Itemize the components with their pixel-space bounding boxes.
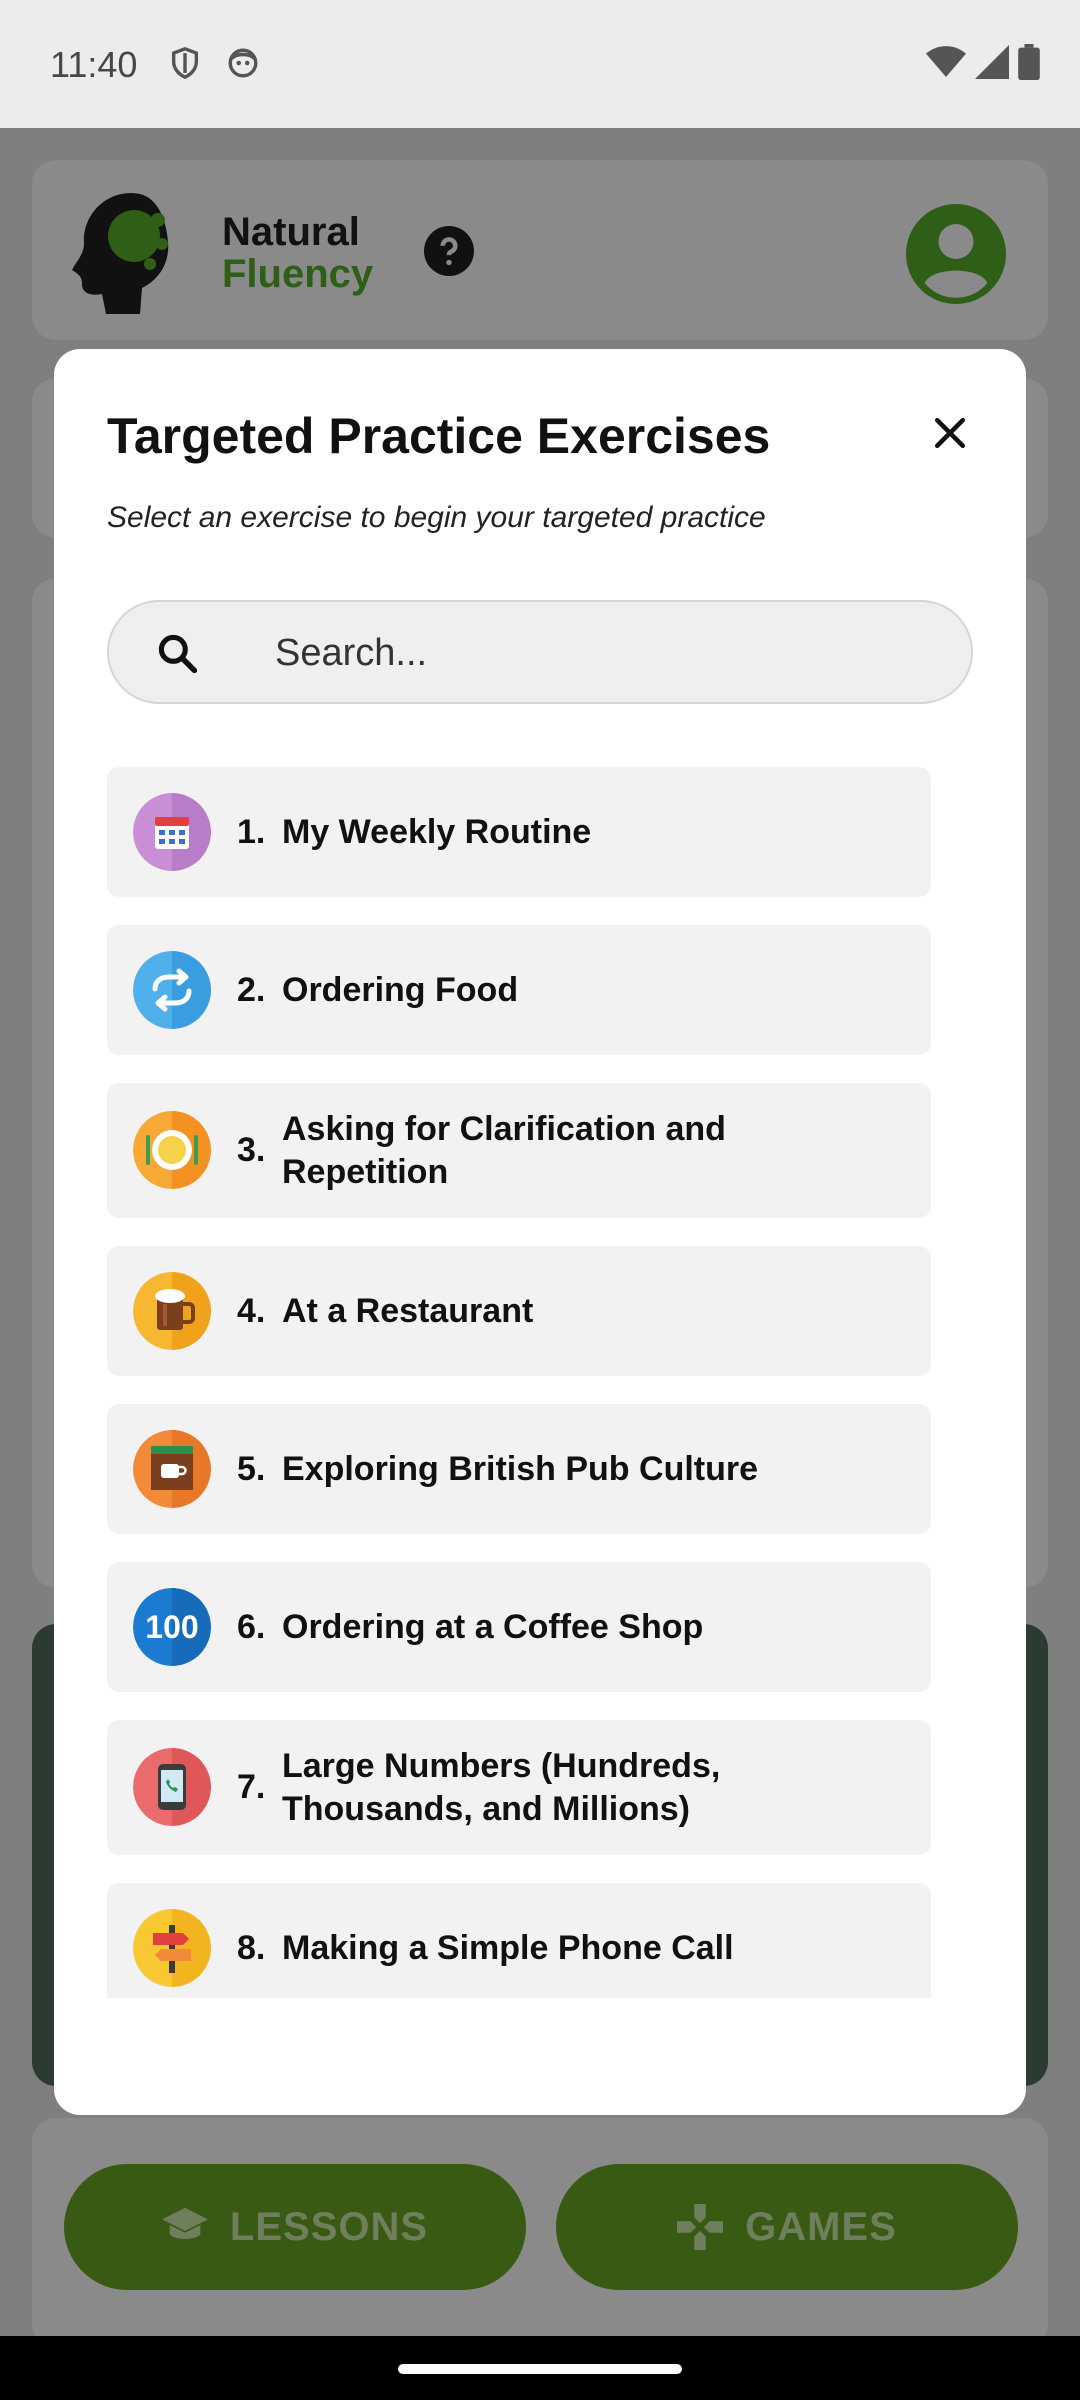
exercise-item-3[interactable]: 3. Asking for Clarification and Repetiti… [107,1083,931,1218]
hundred-icon: 100 [133,1588,211,1666]
exercise-label: At a Restaurant [282,1291,534,1330]
practice-exercises-modal: Targeted Practice Exercises Select an ex… [54,349,1026,2115]
exercise-label: Making a Simple Phone Call [282,1928,734,1967]
calendar-icon [133,793,211,871]
exercise-label: Ordering at a Coffee Shop [282,1607,704,1646]
coffee-shop-icon [133,1430,211,1508]
exercise-label: Large Numbers (Hundreds, Thousands, and … [282,1746,721,1828]
shield-icon [171,47,199,80]
exercise-item-4[interactable]: 4. At a Restaurant [107,1246,931,1376]
status-time: 11:40 [50,44,138,85]
beer-mug-icon [133,1272,211,1350]
exercise-label: Ordering Food [282,970,519,1009]
exercise-number: 8. [237,1928,266,1967]
exercise-number: 3. [237,1131,266,1169]
modal-title: Targeted Practice Exercises [107,408,771,464]
cellular-icon [975,45,1009,79]
exercise-item-2[interactable]: 2. Ordering Food [107,925,931,1055]
wifi-icon [926,46,966,77]
header-card: Natural Fluency [32,160,1048,340]
logo-text-fluency: Fluency [222,252,374,296]
face-icon [228,48,258,78]
exercise-number: 2. [237,970,266,1009]
logo-text-natural: Natural [222,210,360,254]
exercise-item-7[interactable]: 7. Large Numbers (Hundreds, Thousands, a… [107,1720,931,1855]
games-label: GAMES [745,2204,897,2249]
exercise-item-6[interactable]: 100 6. Ordering at a Coffee Shop [107,1562,931,1692]
status-bar: 11:40 [0,0,1080,128]
logo-icon [72,193,169,314]
repeat-icon [133,951,211,1029]
lessons-label: LESSONS [229,2204,429,2249]
profile-avatar-icon[interactable] [906,204,1006,304]
exercise-label: Exploring British Pub Culture [282,1449,759,1488]
exercise-number: 4. [237,1291,266,1330]
home-gesture-handle[interactable] [398,2364,682,2374]
close-button[interactable] [922,405,978,461]
lessons-button[interactable]: LESSONS [64,2164,526,2290]
exercise-number: 1. [237,812,266,851]
search-icon [158,634,198,674]
exercise-number: 6. [237,1607,266,1646]
exercise-list[interactable]: 1. My Weekly Routine 2. Ordering Food 3.… [107,767,931,1998]
exercise-label: Asking for Clarification and Repetition [282,1109,726,1191]
close-icon [934,417,966,449]
system-navigation-bar [0,2336,1080,2400]
search-input[interactable] [275,624,935,682]
exercise-item-8[interactable]: 8. Making a Simple Phone Call [107,1883,931,1998]
graduation-cap-icon [161,2207,208,2239]
search-bar [107,600,973,704]
help-icon[interactable] [424,226,474,276]
battery-icon [1018,44,1040,80]
exercise-item-5[interactable]: 5. Exploring British Pub Culture [107,1404,931,1534]
signpost-icon [133,1909,211,1987]
phone-call-icon [133,1748,211,1826]
games-button[interactable]: GAMES [556,2164,1018,2290]
svg-text:100: 100 [145,1609,198,1645]
exercise-number: 5. [237,1449,266,1488]
modal-subtitle: Select an exercise to begin your targete… [107,501,766,534]
exercise-label: My Weekly Routine [282,812,592,851]
gamepad-icon [677,2204,724,2250]
exercise-item-1[interactable]: 1. My Weekly Routine [107,767,931,897]
plate-icon [133,1111,211,1189]
exercise-number: 7. [237,1768,266,1806]
